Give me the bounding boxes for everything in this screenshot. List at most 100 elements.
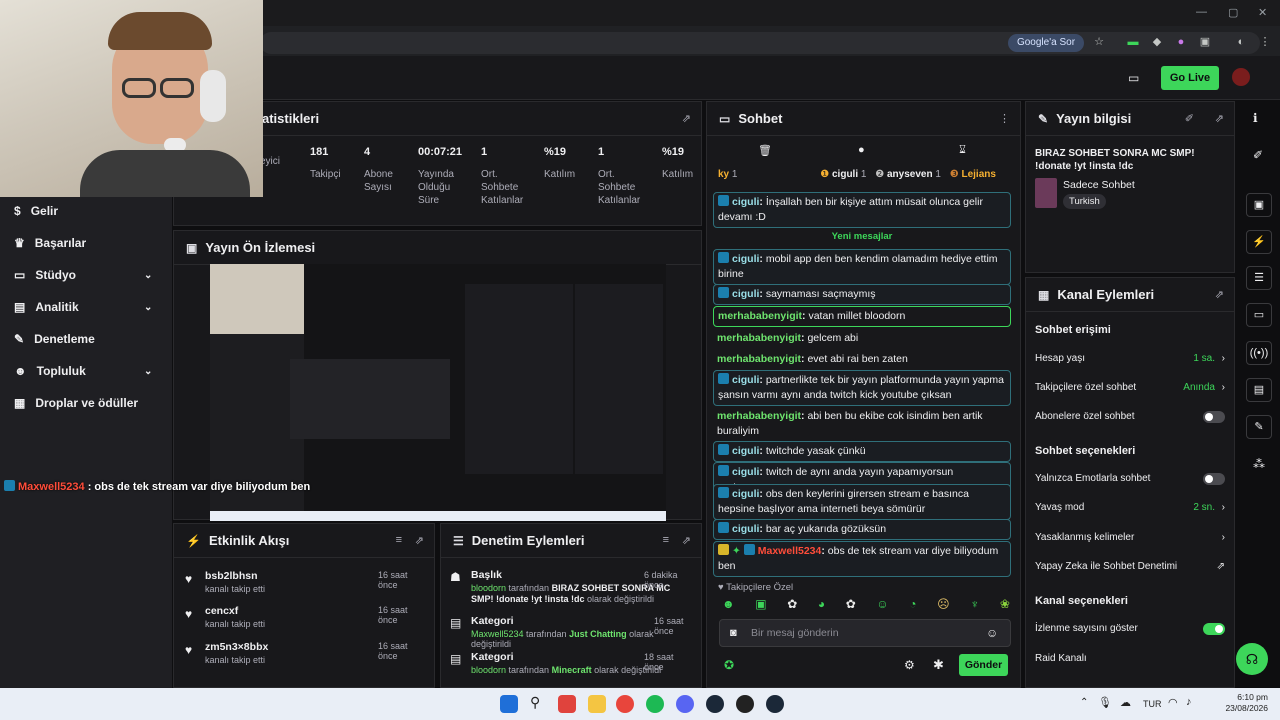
user-avatar[interactable] [1232, 68, 1250, 86]
support-button[interactable]: ☊ [1236, 643, 1268, 675]
omnibox[interactable] [260, 32, 1260, 54]
setting-slow-mode[interactable]: Yavaş mod 2 sn. › [1035, 502, 1225, 513]
emote-icon[interactable]: ◕ [818, 597, 825, 615]
chat-input[interactable]: ◙ Bir mesaj gönderin ☺ [719, 619, 1011, 647]
chat-username[interactable]: ciguli [732, 466, 759, 478]
mic-icon[interactable]: 🎙︎ [1098, 696, 1112, 709]
chat-username[interactable]: ciguli [732, 445, 759, 457]
chat-username[interactable]: ciguli [732, 374, 759, 386]
emote-icon[interactable]: ♆ [970, 597, 979, 615]
cloud-icon[interactable]: ☁ [1120, 696, 1131, 709]
kebab-menu-icon[interactable]: ⋮ [999, 112, 1010, 125]
apps-icon[interactable]: ⁂ [1253, 457, 1265, 471]
filter-icon[interactable]: ≡ [396, 534, 402, 546]
show-viewcount-toggle[interactable] [1203, 623, 1225, 635]
extension-purple-icon[interactable]: ● [1174, 35, 1188, 49]
wifi-icon[interactable]: ◠ [1168, 696, 1178, 709]
profile-icon[interactable]: ◐ [1234, 35, 1248, 49]
info-icon[interactable]: ℹ [1253, 111, 1258, 125]
kebab-menu-icon[interactable]: ⋮ [1258, 35, 1272, 49]
setting-account-age[interactable]: Hesap yaşı 1 sa. › [1035, 353, 1225, 364]
chat-username[interactable]: merhababenyigit [717, 353, 801, 365]
rail-mod-button[interactable]: ✎ [1246, 415, 1272, 439]
filter-icon[interactable]: ≡ [663, 534, 669, 546]
language-indicator[interactable]: TUR [1143, 699, 1162, 709]
popout-icon[interactable]: ⇗ [1215, 288, 1224, 301]
popout-icon[interactable]: ⇗ [682, 112, 691, 125]
rail-layout-button[interactable]: ▤ [1246, 378, 1272, 402]
emote-only-toggle[interactable] [1203, 473, 1225, 485]
chevron-up-icon[interactable]: ⌃ [1080, 697, 1088, 708]
chat-username[interactable]: ciguli [732, 253, 759, 265]
setting-banned-words[interactable]: Yasaklanmış kelimeler › [1035, 532, 1225, 543]
spotify-icon[interactable] [646, 695, 664, 713]
minimize-icon[interactable]: — [1196, 6, 1207, 18]
shield-icon[interactable]: ◆ [1150, 35, 1164, 49]
emote-icon[interactable]: ✿ [787, 597, 797, 615]
rail-chat-button[interactable]: ▭ [1246, 303, 1272, 327]
chat-username[interactable]: ciguli [732, 488, 759, 500]
sidebar-item-studyo[interactable]: ▭ Stüdyo ⌄ [14, 268, 152, 282]
emote-icon[interactable]: ☻ [722, 597, 735, 615]
chrome-icon[interactable] [616, 695, 634, 713]
popout-icon[interactable]: ⇗ [1215, 112, 1224, 125]
chat-username[interactable]: merhababenyigit [717, 410, 801, 422]
trash-icon[interactable]: 🗑︎ [758, 144, 772, 157]
emoji-icon[interactable]: ☺ [986, 626, 998, 640]
edit-pencil-icon[interactable]: ✐ [1185, 112, 1194, 125]
file-explorer-icon[interactable] [588, 695, 606, 713]
volume-icon[interactable]: ♪ [1186, 696, 1192, 708]
edit-pencil-icon[interactable]: ✐ [1253, 148, 1263, 162]
popout-icon[interactable]: ⇗ [682, 534, 691, 547]
send-button[interactable]: Gönder [959, 654, 1008, 676]
setting-raid-channel[interactable]: Raid Kanalı [1035, 653, 1225, 664]
clock[interactable]: 6:10 pm 23/08/2026 [1206, 692, 1268, 714]
google-sor-button[interactable]: Google'a Sor [1008, 34, 1084, 52]
search-icon[interactable]: ⚲ [530, 694, 540, 711]
go-live-button[interactable]: Go Live [1161, 66, 1219, 90]
sidebar-item-analitik[interactable]: ▤ Analitik ⌄ [14, 300, 152, 314]
setting-ai-moderation[interactable]: Yapay Zeka ile Sohbet Denetimi ⇗ [1035, 561, 1225, 572]
chat-username[interactable]: ciguli [732, 196, 759, 208]
popout-icon[interactable]: ⇗ [415, 534, 424, 547]
emote-icon[interactable]: ☺ [876, 597, 888, 615]
chat-bubble-icon[interactable]: ● [858, 144, 865, 156]
emote-icon[interactable]: ❀ [1000, 597, 1010, 615]
sidebar-item-denetleme[interactable]: ✎ Denetleme [14, 332, 95, 346]
windows-start-icon[interactable] [500, 695, 518, 713]
sidebar-item-basarilar[interactable]: ♛ Başarılar [14, 236, 86, 250]
sidebar-item-droplar[interactable]: ▦ Droplar ve ödüller [14, 396, 138, 410]
discord-icon[interactable] [676, 695, 694, 713]
emote-icon[interactable]: ◔ [909, 597, 916, 615]
chat-username[interactable]: ciguli [732, 523, 759, 535]
emote-icon[interactable]: ☹ [937, 597, 950, 615]
emote-icon[interactable]: ▣ [755, 597, 766, 615]
rail-list-button[interactable]: ☰ [1246, 266, 1272, 290]
chat-username[interactable]: Maxwell5234 [758, 545, 822, 557]
setting-followers-chat[interactable]: Takipçilere özel sohbet Anında › [1035, 382, 1225, 393]
chat-username[interactable]: merhababenyigit [718, 310, 802, 322]
obs-icon[interactable] [736, 695, 754, 713]
rail-video-button[interactable]: ▣ [1246, 193, 1272, 217]
steam-icon[interactable] [706, 695, 724, 713]
clip-icon[interactable]: ▭ [1128, 71, 1139, 85]
sidebar-item-topluluk[interactable]: ☻ Topluluk ⌄ [14, 364, 152, 378]
chat-username[interactable]: ciguli [732, 288, 759, 300]
maximize-icon[interactable]: ▢ [1228, 6, 1238, 19]
kick-icon[interactable]: ✪ [724, 658, 734, 672]
settings-gear-icon[interactable]: ⚙ [904, 658, 915, 672]
steam-icon[interactable] [766, 695, 784, 713]
sidebar-item-gelir[interactable]: $ Gelir [14, 204, 58, 218]
rail-broadcast-button[interactable]: ((•)) [1246, 341, 1272, 365]
puzzle-icon[interactable]: ▣ [1198, 35, 1212, 49]
hourglass-icon[interactable]: ⌛︎ [959, 144, 966, 157]
emote-icon[interactable]: ✿ [846, 597, 856, 615]
extension-icon[interactable]: ▬ [1126, 35, 1140, 49]
points-icon[interactable]: ✱ [933, 657, 944, 673]
subscribers-chat-toggle[interactable] [1203, 411, 1225, 423]
taskbar-app-icon[interactable] [558, 695, 576, 713]
rail-activity-button[interactable]: ⚡ [1246, 230, 1272, 254]
chat-username[interactable]: merhababenyigit [717, 332, 801, 344]
close-icon[interactable]: ✕ [1258, 6, 1267, 19]
bookmark-star-icon[interactable]: ☆ [1092, 35, 1106, 49]
